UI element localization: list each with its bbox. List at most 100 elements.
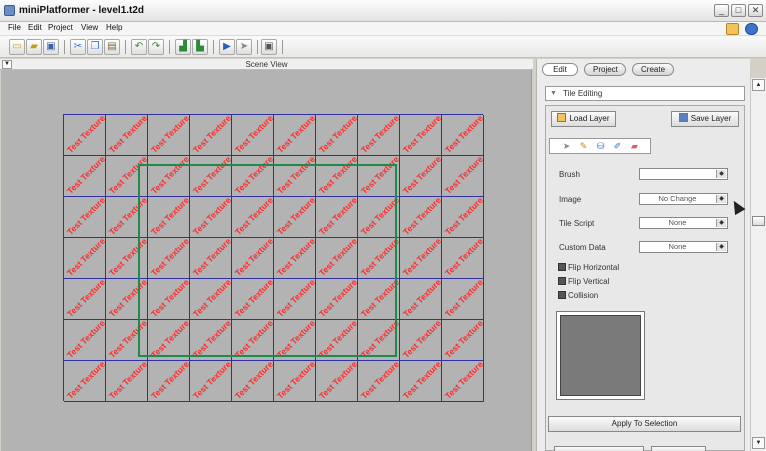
tile-texture-label: Test Texture (65, 115, 106, 155)
eyedropper-icon[interactable]: ✐ (610, 140, 625, 153)
maximize-button[interactable]: □ (731, 4, 746, 17)
tile-cell[interactable]: Test Texture (232, 361, 274, 402)
flip-horizontal-checkbox[interactable]: Flip Horizontal (558, 263, 619, 272)
tile-texture-label: Test Texture (275, 361, 316, 401)
tile-cell[interactable]: Test Texture (148, 361, 190, 402)
tile-cell[interactable]: Test Texture (274, 361, 316, 402)
scene-view-canvas[interactable]: Test Texture Test Texture Test Texture Test… (1, 70, 532, 451)
play-icon[interactable]: ▶ (219, 39, 235, 55)
tab-project[interactable]: Project (584, 63, 626, 76)
export-icon[interactable]: ▙ (192, 39, 208, 55)
tile-texture-label: Test Texture (443, 156, 484, 196)
tile-cell[interactable]: Test Texture (442, 197, 484, 238)
close-button[interactable]: ✕ (748, 4, 763, 17)
tile-cell[interactable]: Test Texture (442, 156, 484, 197)
scroll-down-icon[interactable]: ▼ (752, 437, 765, 449)
tile-cell[interactable]: Test Texture (106, 361, 148, 402)
select-arrows-icon: ◆ (716, 243, 726, 251)
collapse-triangle-icon: ▼ (550, 90, 557, 97)
tile-script-value: None (668, 218, 687, 227)
tile-editing-header[interactable]: ▼ Tile Editing (545, 86, 745, 101)
tile-cell[interactable]: Test Texture (358, 361, 400, 402)
tile-cell[interactable]: Test Texture (442, 320, 484, 361)
tile-cell[interactable]: Test Texture (190, 361, 232, 402)
tile-cell[interactable]: Test Texture (442, 238, 484, 279)
tile-cell[interactable]: Test Texture (232, 115, 274, 156)
tile-cell[interactable]: Test Texture (64, 238, 106, 279)
toolbar: ▭ ▰ ▣ ✂ ❐ ▤ ↶ ↷ ▟ ▙ ▶ ➤ ▣ (0, 36, 766, 58)
new-icon[interactable]: ▭ (9, 39, 25, 55)
load-layer-button[interactable]: Load Layer (551, 111, 616, 127)
tile-cell[interactable]: Test Texture (358, 115, 400, 156)
title-bar: miniPlatformer - level1.t2d _ □ ✕ (0, 0, 766, 22)
open-icon[interactable]: ▰ (26, 39, 42, 55)
brush-label: Brush (559, 170, 580, 179)
tile-cell[interactable]: Test Texture (316, 361, 358, 402)
tab-create[interactable]: Create (632, 63, 674, 76)
tile-cell[interactable]: Test Texture (190, 115, 232, 156)
tile-cell[interactable]: Test Texture (400, 361, 442, 402)
apply-to-selection-button[interactable]: Apply To Selection (548, 416, 741, 432)
tile-cell[interactable]: Test Texture (64, 197, 106, 238)
partial-button[interactable] (554, 446, 644, 451)
paste-icon[interactable]: ▤ (104, 39, 120, 55)
toolbar-separator (213, 40, 214, 54)
image-label: Image (559, 195, 582, 204)
tile-cell[interactable]: Test Texture (64, 361, 106, 402)
tile-cell[interactable]: Test Texture (442, 361, 484, 402)
tile-cell[interactable]: Test Texture (400, 320, 442, 361)
tile-cell[interactable]: Test Texture (316, 115, 358, 156)
menu-edit[interactable]: Edit (28, 23, 42, 32)
minimize-button[interactable]: _ (714, 4, 729, 17)
tile-cell[interactable]: Test Texture (400, 238, 442, 279)
brush-select[interactable]: ◆ (639, 168, 728, 180)
import-icon[interactable]: ▟ (175, 39, 191, 55)
copy-icon[interactable]: ❐ (87, 39, 103, 55)
tile-cell[interactable]: Test Texture (442, 279, 484, 320)
fill-bucket-icon[interactable]: ⛁ (593, 140, 608, 153)
cut-icon[interactable]: ✂ (70, 39, 86, 55)
tile-cell[interactable]: Test Texture (64, 320, 106, 361)
tile-cell[interactable]: Test Texture (106, 115, 148, 156)
redo-icon[interactable]: ↷ (148, 39, 164, 55)
tile-cell[interactable]: Test Texture (400, 197, 442, 238)
collision-checkbox[interactable]: Collision (558, 291, 598, 300)
partial-button[interactable] (651, 446, 706, 451)
tile-cell[interactable]: Test Texture (148, 115, 190, 156)
message-icon[interactable] (726, 23, 739, 35)
menu-help[interactable]: Help (106, 23, 122, 32)
undo-icon[interactable]: ↶ (131, 39, 147, 55)
tile-texture-label: Test Texture (401, 320, 442, 360)
select-tool-icon[interactable]: ➤ (559, 140, 574, 153)
tile-cell[interactable]: Test Texture (64, 115, 106, 156)
tile-texture-label: Test Texture (233, 115, 274, 155)
image-select[interactable]: No Change ◆ (639, 193, 728, 205)
tile-cell[interactable]: Test Texture (64, 156, 106, 197)
panel-scrollbar[interactable]: ▲ ▼ (750, 78, 766, 451)
toolbar-separator (64, 40, 65, 54)
tile-cell[interactable]: Test Texture (400, 279, 442, 320)
menu-view[interactable]: View (81, 23, 98, 32)
eraser-icon[interactable]: ▰ (627, 140, 642, 153)
menu-file[interactable]: File (8, 23, 21, 32)
custom-data-select[interactable]: None ◆ (639, 241, 728, 253)
menu-project[interactable]: Project (48, 23, 73, 32)
info-icon[interactable] (745, 23, 758, 35)
scroll-thumb[interactable] (752, 216, 765, 226)
tile-texture-label: Test Texture (401, 279, 442, 319)
select-icon[interactable]: ➤ (236, 39, 252, 55)
paint-brush-icon[interactable]: ✎ (576, 140, 591, 153)
tile-cell[interactable]: Test Texture (400, 115, 442, 156)
scroll-up-icon[interactable]: ▲ (752, 79, 765, 91)
tile-cell[interactable]: Test Texture (274, 115, 316, 156)
save-icon[interactable]: ▣ (43, 39, 59, 55)
save-layer-button[interactable]: Save Layer (671, 111, 739, 127)
tile-cell[interactable]: Test Texture (400, 156, 442, 197)
tab-edit[interactable]: Edit (542, 63, 578, 76)
monitor-icon[interactable]: ▣ (261, 39, 277, 55)
tile-texture-label: Test Texture (65, 279, 106, 319)
tile-cell[interactable]: Test Texture (64, 279, 106, 320)
flip-vertical-checkbox[interactable]: Flip Vertical (558, 277, 609, 286)
tile-script-select[interactable]: None ◆ (639, 217, 728, 229)
tile-cell[interactable]: Test Texture (442, 115, 484, 156)
